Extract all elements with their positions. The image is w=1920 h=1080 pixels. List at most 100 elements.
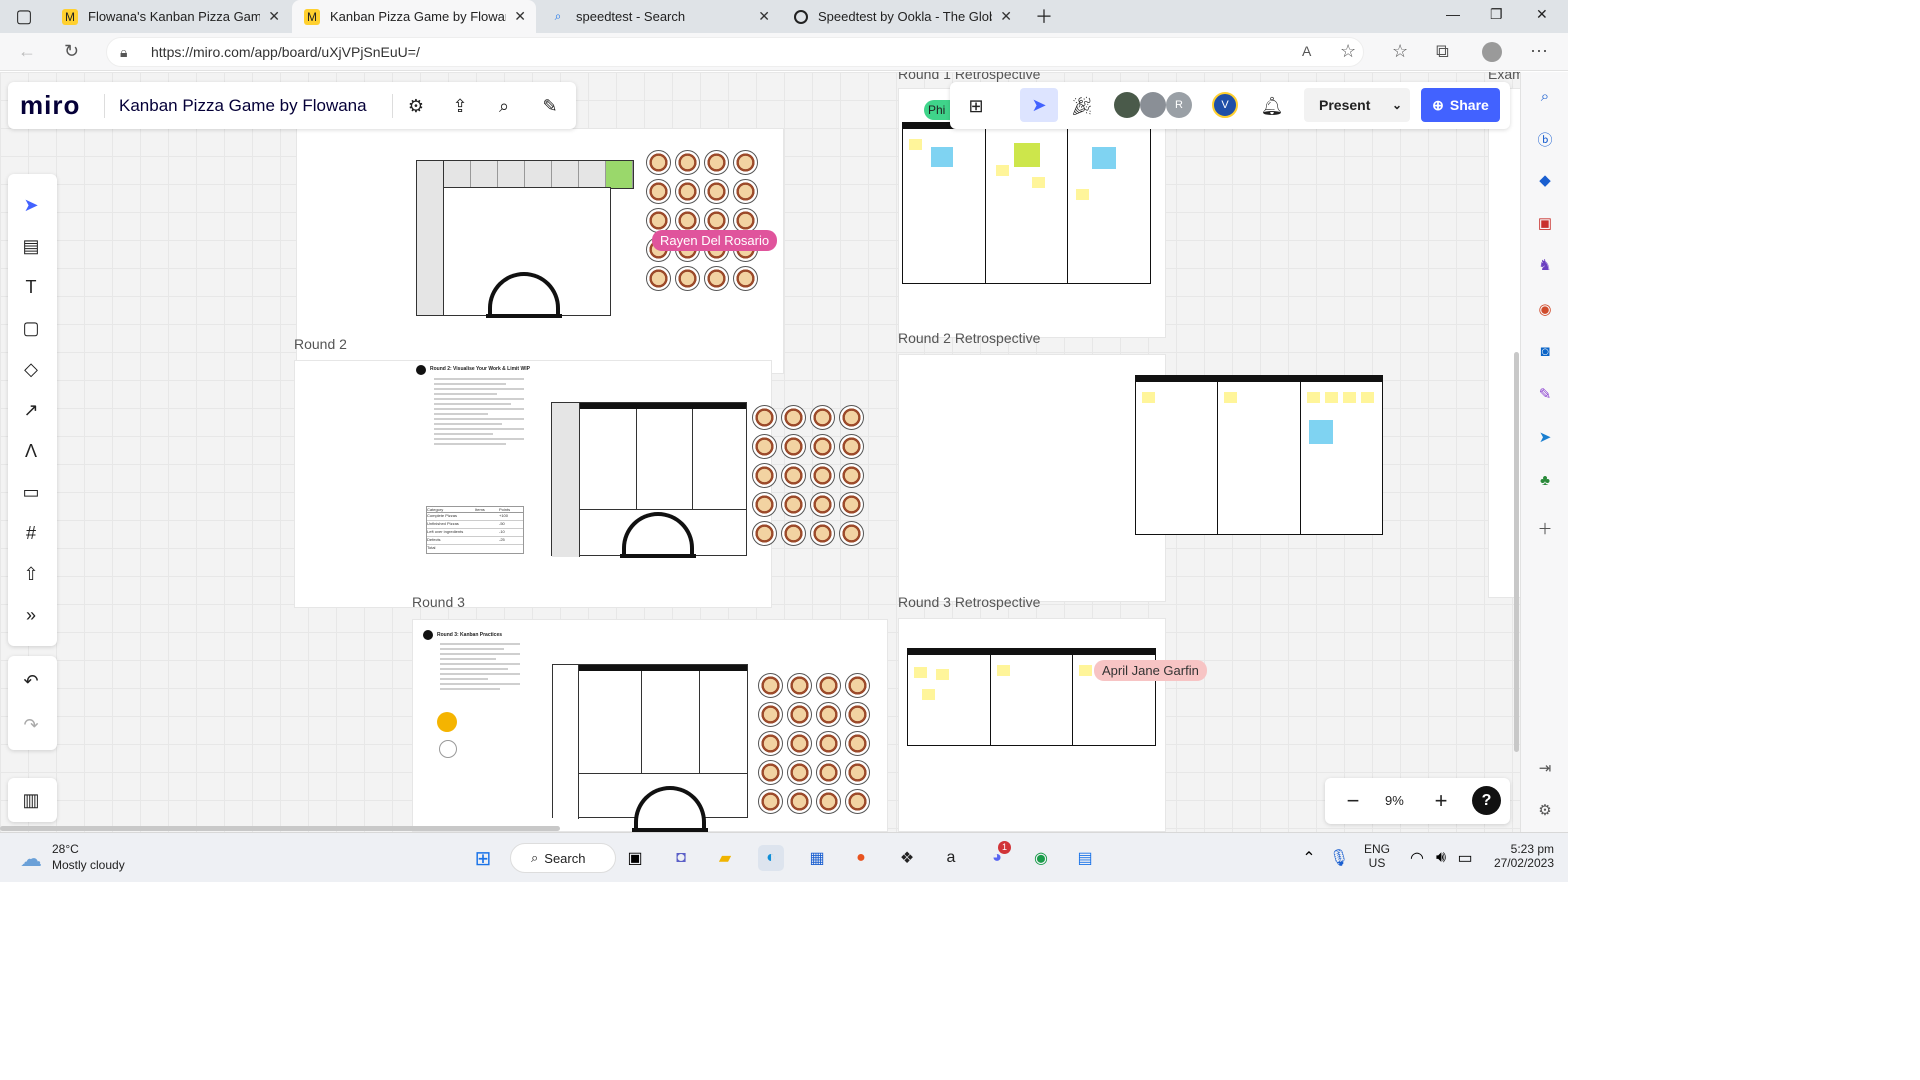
browser-tab-1[interactable]: M Flowana's Kanban Pizza Game te ✕ — [50, 0, 290, 33]
weather-desc[interactable]: Mostly cloudy — [52, 858, 125, 872]
cursor-select-icon[interactable]: ➤ — [1020, 88, 1058, 122]
battery-icon[interactable]: ▭ — [1452, 845, 1478, 871]
select-tool-icon[interactable]: ➤ — [18, 192, 44, 218]
close-tab-icon[interactable]: ✕ — [758, 8, 770, 25]
store-icon[interactable]: ▦ — [804, 845, 830, 871]
search-icon[interactable]: ⌕ — [1535, 86, 1555, 106]
avatar-r[interactable]: R — [1166, 92, 1192, 118]
frame-tool-icon[interactable]: # — [18, 520, 44, 546]
comment-icon[interactable]: ▭ — [18, 479, 44, 505]
close-tab-icon[interactable]: ✕ — [514, 8, 526, 25]
close-tab-icon[interactable]: ✕ — [1000, 8, 1012, 25]
edge-icon[interactable]: ◐ — [758, 845, 784, 871]
close-tab-icon[interactable]: ✕ — [268, 8, 280, 25]
zoom-level[interactable]: 9% — [1385, 793, 1404, 808]
bing-chat-icon[interactable]: ⓑ — [1535, 129, 1555, 149]
redo-icon[interactable]: ↷ — [18, 712, 44, 738]
tab-actions-icon[interactable]: ▢ — [10, 2, 38, 30]
board-title[interactable]: Kanban Pizza Game by Flowana — [119, 96, 367, 116]
office-icon[interactable]: ◉ — [1535, 299, 1555, 319]
browser-tab-4[interactable]: Speedtest by Ookla - The Global ✕ — [782, 0, 1022, 33]
export-icon[interactable]: ⇪ — [446, 92, 474, 120]
pen-tool-icon[interactable]: Λ — [18, 438, 44, 464]
teams-icon[interactable]: ◘ — [668, 845, 694, 871]
notepad-icon[interactable]: ▤ — [1072, 845, 1098, 871]
profile-icon[interactable] — [1482, 42, 1502, 62]
upload-icon[interactable]: ⇧ — [18, 561, 44, 587]
taskbar-search[interactable]: ⌕ Search — [510, 843, 616, 873]
hide-sidebar-icon[interactable]: ⇥ — [1535, 758, 1555, 778]
file-explorer-icon[interactable]: ▰ — [712, 845, 738, 871]
games-icon[interactable]: ♞ — [1535, 255, 1555, 275]
chevron-down-icon[interactable]: ⌄ — [1392, 98, 1402, 112]
weather-temp[interactable]: 28°C — [52, 842, 79, 856]
board-panel-toggle[interactable]: ▥ — [8, 778, 57, 822]
chevron-up-icon[interactable]: ⌃ — [1296, 845, 1322, 871]
search-icon[interactable]: ⌕ — [490, 92, 518, 120]
horizontal-scrollbar[interactable] — [0, 826, 560, 831]
designer-icon[interactable]: ✎ — [1535, 384, 1555, 404]
browser-tab-3[interactable]: ⌕ speedtest - Search ✕ — [538, 0, 780, 33]
add-sidebar-icon[interactable]: ＋ — [1535, 518, 1555, 538]
sidebar-settings-icon[interactable]: ⚙ — [1535, 800, 1555, 820]
clock[interactable]: 5:23 pm 27/02/2023 — [1488, 842, 1554, 870]
read-aloud-icon[interactable]: A — [1302, 43, 1311, 59]
firefox-icon[interactable]: ● — [848, 845, 874, 871]
round3-doc-bullet — [423, 630, 433, 640]
tree-icon[interactable]: ♣ — [1535, 470, 1555, 490]
amazon-icon[interactable]: a — [938, 845, 964, 871]
volume-icon[interactable]: 🔊︎ — [1428, 845, 1454, 871]
drop-icon[interactable]: ➤ — [1535, 427, 1555, 447]
more-icon[interactable]: ⋯ — [1530, 41, 1548, 62]
refresh-icon[interactable]: ↻ — [64, 41, 79, 62]
chrome-icon[interactable]: ◉ — [1028, 845, 1054, 871]
shapes-icon[interactable]: ◇ — [18, 356, 44, 382]
close-window-icon[interactable]: ✕ — [1536, 6, 1548, 23]
templates-icon[interactable]: ▤ — [18, 233, 44, 259]
zoom-in-icon[interactable]: + — [1427, 787, 1455, 815]
zoom-out-icon[interactable]: − — [1339, 787, 1367, 815]
discord-badge: 1 — [998, 841, 1011, 854]
vertical-scrollbar[interactable] — [1514, 352, 1519, 752]
restore-icon[interactable]: ❐ — [1490, 6, 1503, 23]
sticky-note-icon[interactable]: ▢ — [18, 315, 44, 341]
favorites-icon[interactable]: ☆ — [1392, 41, 1408, 62]
collections-icon[interactable]: ⧉ — [1436, 41, 1449, 62]
miro-tools-panel: ➤ ▤ T ▢ ◇ ↗ Λ ▭ # ⇧ » — [8, 174, 57, 646]
browser-tab-2[interactable]: M Kanban Pizza Game by Flowana, ✕ — [292, 0, 536, 33]
wifi-icon[interactable]: ◠ — [1404, 845, 1430, 871]
zoom-controls: − 9% + ? — [1325, 778, 1510, 824]
sidebar-toggle-icon[interactable]: ▥ — [18, 787, 44, 813]
arrow-tool-icon[interactable]: ↗ — [18, 397, 44, 423]
miro-canvas[interactable]: Rayen Del Rosario Round 1 Retrospective … — [0, 72, 1520, 832]
url-field[interactable]: https://miro.com/app/board/uXjVPjSnEuU=/ — [106, 37, 1364, 67]
minimize-icon[interactable]: — — [1446, 6, 1460, 22]
new-tab-icon[interactable]: ＋ — [1030, 2, 1058, 30]
undo-icon[interactable]: ↶ — [18, 668, 44, 694]
help-icon: ? — [1481, 791, 1492, 809]
miro-logo[interactable]: miro — [20, 90, 80, 121]
present-button[interactable]: Present ⌄ — [1304, 88, 1410, 122]
share-button[interactable]: ⊕ Share — [1421, 88, 1500, 122]
magic-icon[interactable]: ✎ — [536, 92, 564, 120]
shopping-icon[interactable]: ◆ — [1535, 170, 1555, 190]
more-tools-icon[interactable]: » — [18, 602, 44, 628]
avatar-v[interactable]: V — [1212, 92, 1238, 118]
task-view-icon[interactable]: ▣ — [622, 845, 648, 871]
microphone-icon[interactable]: 🎙︎ — [1326, 845, 1352, 871]
start-icon[interactable]: ⊞ — [470, 845, 496, 871]
favorite-add-icon[interactable]: ☆ — [1340, 41, 1356, 62]
apps-icon[interactable]: ⊞ — [962, 92, 990, 120]
help-button[interactable]: ? — [1472, 786, 1501, 815]
avatar-1[interactable] — [1114, 92, 1140, 118]
text-tool-icon[interactable]: T — [18, 274, 44, 300]
dropbox-icon[interactable]: ❖ — [894, 845, 920, 871]
avatar-2[interactable] — [1140, 92, 1166, 118]
tools-icon[interactable]: ▣ — [1535, 213, 1555, 233]
language-indicator[interactable]: ENG US — [1364, 842, 1390, 870]
celebrate-icon[interactable]: 🎉︎ — [1068, 92, 1096, 120]
outlook-icon[interactable]: ◙ — [1535, 341, 1555, 361]
bell-icon[interactable]: 🔔︎ — [1258, 92, 1286, 120]
settings-icon[interactable]: ⚙ — [402, 92, 430, 120]
back-icon[interactable]: ← — [18, 41, 36, 62]
